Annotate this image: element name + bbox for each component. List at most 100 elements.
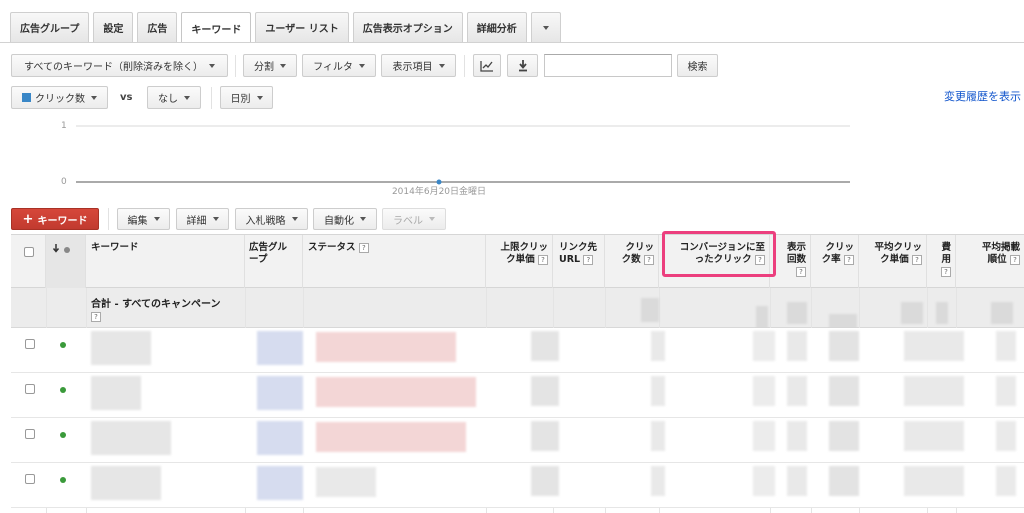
metric-dropdown[interactable]: クリック数 [11,86,108,109]
redacted-cell-content [787,331,807,361]
details-dropdown[interactable]: 詳細 [176,208,229,230]
chevron-down-icon [153,217,160,221]
keyword-filter-dropdown[interactable]: すべてのキーワード（削除済みを除く） [11,54,228,77]
bid-strategy-dropdown[interactable]: 入札戦略 [235,208,308,230]
redacted-cell-content [991,302,1013,324]
help-icon[interactable]: ? [912,254,922,265]
header-avg-position[interactable]: 平均掲載 順位 ? [956,235,1024,289]
header-ad-group-label: 広告グル [249,242,288,253]
header-status-sort[interactable] [46,235,86,289]
compare-metric-dropdown[interactable]: なし [147,86,201,109]
enabled-status-icon [60,477,66,483]
header-cost[interactable]: 費 用 ? [927,235,956,289]
header-cost-label: 用 [941,254,951,265]
row-checkbox[interactable] [25,474,35,484]
compare-label: なし [158,94,178,105]
help-icon[interactable]: ? [583,254,594,265]
header-max-cpc[interactable]: 上限クリッ ク単価 ? [486,235,553,289]
performance-chart: 1 0 2014年6月20日金曜日 [0,112,870,202]
redacted-cell-content [91,466,161,500]
filter-dropdown[interactable]: フィルタ [302,54,376,77]
select-all-checkbox[interactable] [24,247,34,257]
redacted-cell-content [257,466,303,500]
row-checkbox[interactable] [25,429,35,439]
download-button[interactable] [507,54,538,77]
help-icon[interactable]: ? [1010,254,1020,265]
header-clicks-label: クリッ [625,242,654,253]
table-row[interactable] [11,328,1024,373]
search-input[interactable] [544,54,672,77]
chevron-down-icon [542,25,549,30]
header-clicks[interactable]: クリッ ク数 ? [605,235,659,289]
metric-color-swatch [22,93,31,102]
redacted-cell-content [316,377,476,407]
tab-settings[interactable]: 設定 [93,12,134,42]
add-keyword-button[interactable]: + キーワード [11,208,99,230]
redacted-cell-content [787,466,807,496]
header-ctr-label: クリッ [825,242,854,253]
table-row[interactable] [11,463,1024,508]
help-icon[interactable]: ? [644,254,654,265]
redacted-cell-content [829,376,859,406]
help-icon[interactable]: ? [358,242,369,253]
chart-toggle-button[interactable] [473,54,501,77]
header-impressions[interactable]: 表示 回数 ? [770,235,811,289]
label-dropdown-label: ラベル [393,215,423,227]
row-checkbox[interactable] [25,384,35,394]
total-row: 合計 - すべてのキャンペーン ? [11,288,1024,328]
tab-dimensions[interactable]: 詳細分析 [466,12,527,42]
help-icon[interactable]: ? [538,254,548,265]
chevron-down-icon [256,95,263,100]
redacted-cell-content [316,422,466,452]
table-row[interactable] [11,373,1024,418]
redacted-cell-content [753,331,775,361]
total-label: 合計 - すべてのキャンペーン ? [91,299,221,322]
sort-arrow-icon [52,244,70,253]
segment-dropdown[interactable]: 分割 [243,54,297,77]
line-chart-icon [480,60,493,72]
redacted-cell-content [531,421,559,451]
help-icon[interactable]: ? [796,266,806,277]
chart-point[interactable] [436,179,442,185]
redacted-cell-content [904,466,964,496]
bid-strategy-label: 入札戦略 [245,215,286,227]
toolbar-separator [464,55,465,77]
row-checkbox[interactable] [25,339,35,349]
help-icon[interactable]: ? [844,254,854,265]
tab-ad-groups[interactable]: 広告グループ [10,12,90,42]
tab-more-button[interactable] [530,12,561,42]
toolbar-separator [108,208,109,230]
label-dropdown[interactable]: ラベル [382,208,446,230]
chevron-down-icon [212,217,219,221]
redacted-cell-content [996,466,1016,496]
redacted-cell-content [651,376,665,406]
tab-user-lists[interactable]: ユーザー リスト [255,12,349,42]
redacted-cell-content [901,302,923,324]
header-status[interactable]: ステータス ? [303,235,486,289]
header-ad-group[interactable]: 広告グル ープ [245,235,303,289]
toolbar-separator [235,55,236,77]
filter-label: フィルタ [313,62,353,73]
redacted-cell-content [829,421,859,451]
enabled-status-icon [60,387,66,393]
change-history-link[interactable]: 変更履歴を表示 [944,88,1021,104]
period-dropdown[interactable]: 日別 [220,86,273,109]
redacted-cell-content [753,466,775,496]
tab-ad-extensions[interactable]: 広告表示オプション [352,12,463,42]
header-ctr[interactable]: クリッ ク率 ? [811,235,859,289]
header-avg-cpc[interactable]: 平均クリッ ク単価 ? [859,235,927,289]
columns-dropdown[interactable]: 表示項目 [381,54,456,77]
edit-dropdown[interactable]: 編集 [117,208,170,230]
help-icon[interactable]: ? [941,266,951,277]
header-max-cpc-label: ク単価 [506,254,535,265]
tab-keywords[interactable]: キーワード [181,12,252,43]
redacted-cell-content [904,421,964,451]
search-button[interactable]: 検索 [677,54,718,77]
tab-ads[interactable]: 広告 [137,12,178,42]
header-select-cell [11,235,46,289]
header-keyword[interactable]: キーワード [86,235,245,289]
automate-dropdown[interactable]: 自動化 [313,208,377,230]
keywords-table: キーワード 広告グル ープ ステータス ? 上限クリッ ク単価 ? リンク先 U… [11,231,1024,513]
help-icon[interactable]: ? [91,312,101,322]
header-destination-url[interactable]: リンク先 URL ? [553,235,605,289]
